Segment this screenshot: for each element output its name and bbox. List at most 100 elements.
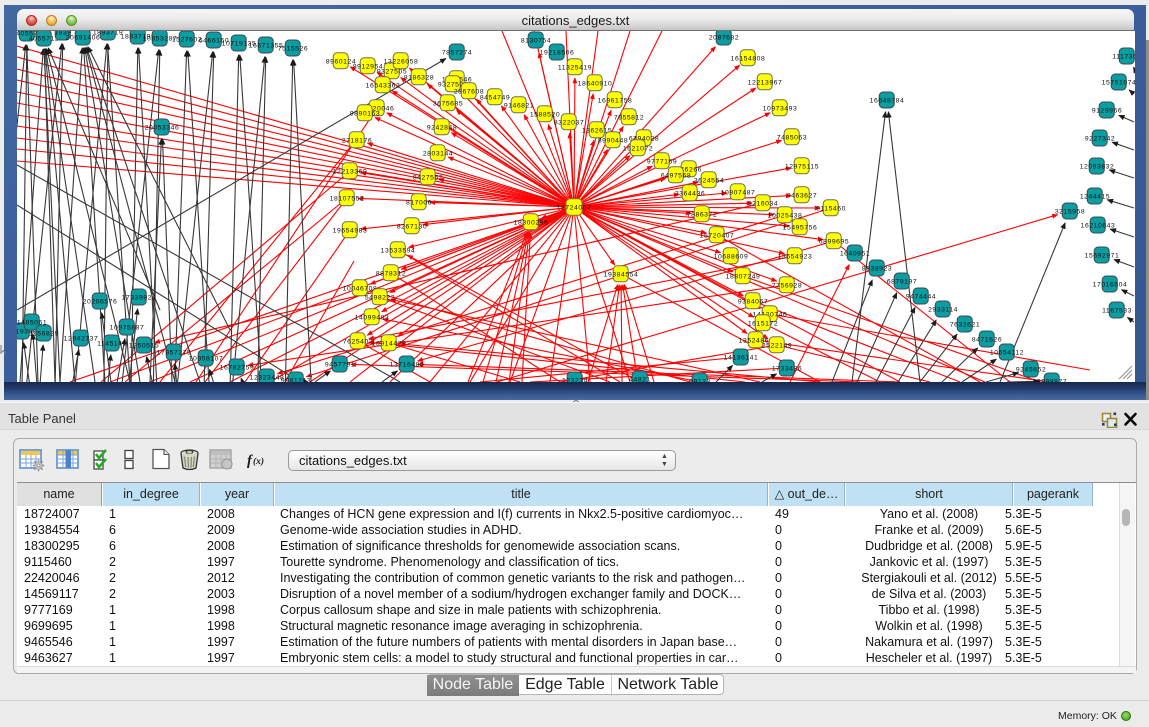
svg-text:9981213: 9981213 [281,377,311,382]
svg-text:19218506: 19218506 [540,49,575,56]
svg-text:16961758: 16961758 [598,97,633,104]
svg-text:6899695: 6899695 [819,238,849,245]
svg-text:9998877: 9998877 [1037,378,1067,382]
svg-text:9227342: 9227342 [1085,135,1115,142]
svg-text:44821: 44821 [629,376,651,382]
svg-text:18724007: 18724007 [557,205,592,212]
svg-text:15495756: 15495756 [783,224,818,231]
svg-text:16543362: 16543362 [366,82,401,89]
svg-text:1615172: 1615172 [748,320,778,327]
svg-text:9457791: 9457791 [325,361,355,368]
svg-text:9115460: 9115460 [816,205,846,212]
svg-text:817006: 817006 [406,199,432,206]
svg-text:9129966: 9129966 [1092,107,1122,114]
svg-text:13654923: 13654923 [778,253,813,260]
svg-text:8186328: 8186328 [404,74,434,81]
svg-text:17016504: 17016504 [1093,281,1128,288]
svg-text:8990448: 8990448 [598,137,628,144]
svg-text:1145141: 1145141 [97,340,127,347]
svg-text:16210643: 16210643 [1081,222,1116,229]
svg-text:15692971: 15692971 [1085,252,1120,259]
svg-text:12093832: 12093832 [1080,163,1115,170]
svg-text:8471626: 8471626 [972,336,1002,343]
svg-text:2087682: 2087682 [709,34,739,41]
svg-text:9463627: 9463627 [787,192,817,199]
svg-text:8878312: 8878312 [376,270,406,277]
svg-text:10688609: 10688609 [714,253,749,260]
svg-text:6879197: 6879197 [887,278,917,285]
svg-text:9890163: 9890163 [350,110,380,117]
svg-text:99123: 99123 [689,378,711,382]
svg-text:11325419: 11325419 [558,64,592,71]
svg-text:5498222: 5498222 [365,294,395,301]
svg-text:1244415: 1244415 [1080,193,1110,200]
svg-text:1167533: 1167533 [1102,307,1132,314]
svg-text:8130754: 8130754 [521,37,551,44]
svg-text:7886372: 7886372 [687,211,717,218]
svg-text:123234: 123234 [562,377,588,382]
svg-text:15751074: 15751074 [1102,79,1135,86]
svg-text:18807249: 18807249 [726,273,761,280]
svg-text:15720407: 15720407 [700,232,735,239]
svg-text:1621072: 1621072 [623,145,653,152]
svg-text:8938923: 8938923 [862,265,892,272]
svg-text:13533594: 13533594 [381,247,416,254]
svg-text:7485063: 7485063 [777,134,807,141]
svg-text:10654112: 10654112 [990,349,1024,356]
svg-text:9474444: 9474444 [906,293,936,300]
svg-text:10025438: 10025438 [768,212,803,219]
svg-text:3675685: 3675685 [433,100,463,107]
svg-text:7625402: 7625402 [343,338,373,345]
svg-text:14136141: 14136141 [724,354,759,361]
svg-text:7857274: 7857274 [442,49,472,56]
svg-text:1117364: 1117364 [1112,53,1135,60]
svg-text:3215958: 3215958 [1055,208,1085,215]
svg-text:1733426: 1733426 [772,365,802,372]
svg-text:1156829: 1156829 [29,330,59,337]
svg-text:18640910: 18640910 [578,80,613,87]
svg-text:9146821: 9146821 [504,102,534,109]
svg-text:9245652: 9245652 [1016,366,1046,373]
svg-text:10975887: 10975887 [110,324,145,331]
svg-text:20206576: 20206576 [83,298,118,305]
svg-text:1588520: 1588520 [530,111,560,118]
svg-text:12975115: 12975115 [785,163,819,170]
svg-text:4055712: 4055712 [29,35,59,42]
svg-text:18107552: 18107552 [330,195,365,202]
svg-text:6497568: 6497568 [661,172,691,179]
svg-text:14099483: 14099483 [355,314,390,321]
svg-text:16154808: 16154808 [731,55,766,62]
svg-text:2933114: 2933114 [928,306,958,313]
svg-text:1250515: 1250515 [129,342,159,349]
svg-text:10973493: 10973493 [763,105,798,112]
svg-text:1527602: 1527602 [172,36,202,43]
svg-text:2522149: 2522149 [762,342,792,349]
svg-text:18300295: 18300295 [514,219,549,226]
svg-text:2718176: 2718176 [342,137,372,144]
svg-text:7756928: 7756928 [772,282,802,289]
svg-text:1893719: 1893719 [93,31,123,36]
svg-text:9384067: 9384067 [738,298,768,305]
svg-text:13226058: 13226058 [384,58,419,65]
svg-text:3624554: 3624554 [694,177,724,184]
svg-text:(x): (x) [253,456,264,467]
svg-text:13716485: 13716485 [390,361,425,368]
svg-text:7955812: 7955812 [614,114,644,121]
svg-text:12323448: 12323448 [250,374,285,381]
svg-text:8427552: 8427552 [413,174,443,181]
svg-text:19384554: 19384554 [604,271,639,278]
svg-text:8322037: 8322037 [554,119,584,126]
svg-text:7632621: 7632621 [950,321,980,328]
svg-text:19654983: 19654983 [333,227,368,234]
svg-text:8454749: 8454749 [480,94,510,101]
svg-text:16648784: 16648784 [870,97,905,104]
svg-text:12213369: 12213369 [333,168,368,175]
svg-text:8267130: 8267130 [397,223,427,230]
svg-text:10914479: 10914479 [372,340,407,347]
svg-text:8960124: 8960124 [326,58,356,65]
svg-text:17339924: 17339924 [122,294,157,301]
svg-text:2364436: 2364436 [675,190,705,197]
svg-text:12942737: 12942737 [64,335,99,342]
svg-text:9777169: 9777169 [647,158,677,165]
svg-text:9242848: 9242848 [427,124,457,131]
